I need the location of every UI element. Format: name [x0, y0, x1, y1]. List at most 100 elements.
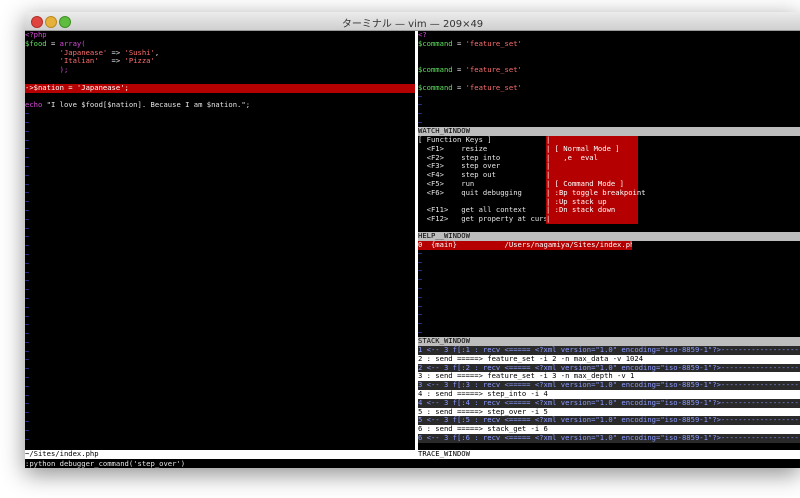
trace-recv-line[interactable]: 4 <-- 3 f[:4 : recv <===== <?xml version… [418, 398, 800, 408]
empty-line-marker: ~ [25, 382, 30, 391]
trace-recv-line[interactable]: 2 <-- 3 f[:2 : recv <===== <?xml version… [418, 363, 800, 373]
help-mode-text: | :Dn stack down [546, 206, 638, 216]
terminal-area[interactable]: <?php $food = array( 'Japanease' => 'Sush… [25, 31, 800, 468]
code-token: 'Pizza' [124, 57, 155, 66]
code-line[interactable]: $command = 'feature_set' [418, 40, 800, 49]
trace-send-line[interactable]: 4 : send =====> step_into -i 4 [418, 389, 800, 399]
help-mode-text: | [546, 162, 638, 172]
empty-line-marker: ~ [418, 293, 423, 302]
empty-line-marker: ~ [418, 302, 423, 311]
help-window-status: HELP__WINDOW [418, 231, 800, 241]
current-line[interactable]: ->$nation = 'Japanease'; [25, 83, 415, 93]
code-line[interactable] [418, 49, 800, 58]
code-line[interactable] [25, 93, 415, 102]
terminal-window: ターミナル — vim — 209×49 <?php $food = array(… [25, 12, 800, 468]
empty-line-marker: ~ [418, 284, 423, 293]
help-row: <F11> get all context | :Dn stack down [418, 206, 800, 216]
trace-send-line[interactable]: 6 : send =====> stack_get -i 6 [418, 425, 800, 434]
trace-recv-line[interactable]: 1 <-- 3 f[:1 : recv <===== <?xml version… [418, 346, 800, 355]
help-mode-text: | [ Command Mode ] [546, 179, 638, 189]
empty-line-marker: ~ [418, 101, 423, 110]
empty-line-marker: ~ [25, 145, 30, 154]
trace-recv-line[interactable]: 3 <-- 3 f[:3 : recv <===== <?xml version… [418, 381, 800, 390]
empty-line-marker: ~ [25, 233, 30, 242]
help-row: <F6> quit debugging | :Bp toggle breakpoi… [418, 188, 800, 198]
stack-frame-main[interactable]: 0 {main} /Users/nagamiya/Sites/index.php… [418, 241, 632, 250]
code-token: $command [418, 66, 453, 75]
code-line[interactable]: <?php [25, 31, 415, 40]
empty-line-marker: ~ [418, 249, 423, 258]
empty-line-marker: ~ [25, 206, 30, 215]
code-line[interactable]: ); [25, 66, 415, 75]
code-line[interactable] [418, 75, 800, 84]
help-mode-text: | [546, 215, 638, 224]
empty-line-marker: ~ [25, 127, 30, 136]
help-key-text: <F2> step into [418, 153, 501, 162]
empty-line-marker: ~ [25, 338, 30, 347]
empty-line-marker: ~ [25, 303, 30, 312]
code-token: 'Japanease' [25, 48, 108, 57]
vim-command-line[interactable]: :python debugger_command('step_over') [25, 459, 800, 468]
code-line[interactable]: $food = array( [25, 40, 415, 49]
code-line[interactable]: 'Japanease' => 'Sushi', [25, 49, 415, 58]
code-line[interactable]: echo "I love $food[$nation]. Because I a… [25, 101, 415, 110]
code-line[interactable] [418, 57, 800, 66]
editor-pane-right[interactable]: <? $command = 'feature_set' $command = 'fe… [418, 31, 800, 459]
trace-recv-line[interactable]: 6 <-- 3 f[:6 : recv <===== <?xml version… [418, 433, 800, 443]
code-token: = [452, 39, 466, 48]
help-row: | :Up stack up [418, 197, 800, 207]
title-bar[interactable]: ターミナル — vim — 209×49 [25, 12, 800, 31]
help-key-text: <F4> step out [418, 171, 496, 180]
empty-line-marker: ~ [25, 171, 30, 180]
help-window[interactable]: [ Function Keys ] | <F1> resize | [ Normal… [418, 136, 800, 224]
empty-line-marker: ~ [25, 189, 30, 198]
empty-line-marker: ~ [25, 426, 30, 435]
empty-line-marker: ~ [418, 276, 423, 285]
code-line[interactable]: $command = 'feature_set' [418, 84, 800, 93]
code-token: ->$nation = 'Japanease'; [25, 83, 129, 92]
help-mode-text: | :Bp toggle breakpoint [546, 188, 646, 198]
help-mode-text: | [ Normal Mode ] [546, 144, 638, 154]
code-token: 'Sushi' [124, 48, 155, 57]
code-token: $command [418, 83, 453, 92]
trace-window[interactable]: 1 <-- 3 f[:1 : recv <===== <?xml version… [418, 346, 800, 443]
help-row: <F12> get property at cursor| [418, 215, 800, 224]
code-token: = [452, 66, 466, 75]
empty-line-marker: ~ [418, 258, 423, 267]
trace-send-line[interactable]: 5 : send =====> step_over -i 5 [418, 407, 800, 417]
help-key-text: <F1> resize [418, 144, 488, 153]
code-token: ); [25, 66, 69, 75]
code-token: => [98, 57, 125, 66]
empty-line-marker: ~ [25, 286, 30, 295]
help-key-text: <F11> get all context [418, 206, 527, 215]
empty-line-marker: ~ [25, 136, 30, 145]
help-row: <F5> run | [ Command Mode ] [418, 179, 800, 189]
empty-line-marker: ~ [25, 294, 30, 303]
code-token: 'feature_set' [465, 66, 522, 75]
code-line[interactable] [25, 75, 415, 84]
editor-pane-left[interactable]: <?php $food = array( 'Japanease' => 'Sush… [25, 31, 415, 459]
trace-send-line[interactable]: 3 : send =====> feature_set -i 3 -n max_… [418, 372, 800, 382]
empty-line-marker: ~ [25, 312, 30, 321]
code-line[interactable]: <? [418, 31, 800, 40]
code-token: 'feature_set' [465, 83, 522, 92]
command-window[interactable]: <? $command = 'feature_set' $command = 'fe… [418, 31, 800, 93]
trace-recv-line[interactable]: 5 <-- 3 f[:5 : recv <===== <?xml version… [418, 416, 800, 426]
help-row: <F1> resize | [ Normal Mode ] [418, 144, 800, 154]
help-mode-text: | :Up stack up [546, 197, 638, 207]
code-token: "I love $food[$nation]. Because I am $na… [46, 101, 246, 110]
trace-send-line[interactable]: 2 : send =====> feature_set -i 2 -n max_… [418, 354, 800, 364]
code-line[interactable]: $command = 'feature_set' [418, 66, 800, 75]
empty-line-marker: ~ [25, 224, 30, 233]
empty-line-marker: ~ [25, 277, 30, 286]
code-token: = [46, 39, 60, 48]
empty-line-marker: ~ [418, 320, 423, 329]
empty-line-marker: ~ [418, 92, 423, 101]
code-token: = [452, 83, 466, 92]
code-token: <?php [25, 31, 47, 39]
empty-line-marker: ~ [25, 391, 30, 400]
code-line[interactable]: 'Italian' => 'Pizza' [25, 57, 415, 66]
empty-line-marker: ~ [25, 268, 30, 277]
empty-line-marker: ~ [25, 180, 30, 189]
code-token: <? [418, 31, 427, 39]
